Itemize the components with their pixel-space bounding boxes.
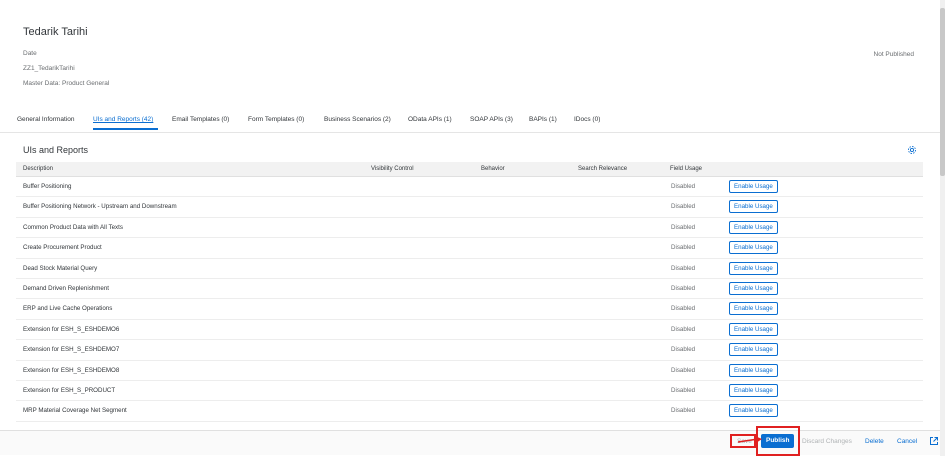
section-title: UIs and Reports <box>23 145 89 155</box>
object-header: Tedarik Tarihi Date ZZ1_TedarikTarihi Ma… <box>0 0 940 140</box>
row-field-usage: Disabled <box>671 264 696 272</box>
tab-idocs[interactable]: IDocs (0) <box>574 116 600 123</box>
tab-bar: General Information UIs and Reports (42)… <box>0 112 940 133</box>
field-type: Date <box>23 50 37 57</box>
row-field-usage: Disabled <box>671 183 696 190</box>
enable-usage-button[interactable]: Enable Usage <box>729 322 778 336</box>
status-badge: Not Published <box>873 51 914 58</box>
row-description: Dead Stock Material Query <box>23 264 98 272</box>
table-row[interactable]: Extension for ESH_S_ESHDEMO8 Disabled Enab… <box>16 361 923 381</box>
column-header-visibility-control[interactable]: Visibility Control <box>371 166 414 172</box>
highlight-box-publish <box>756 426 800 456</box>
row-field-usage: Disabled <box>671 386 696 394</box>
enable-usage-button[interactable]: Enable Usage <box>729 302 778 316</box>
enable-usage-button[interactable]: Enable Usage <box>729 241 778 255</box>
row-description: Extension for ESH_S_ESHDEMO8 <box>23 366 120 374</box>
table-row[interactable]: Extension for ESH_S_ESHDEMO7 Disabled Enab… <box>16 340 923 361</box>
row-field-usage: Disabled <box>671 325 696 333</box>
page-title: Tedarik Tarihi <box>23 26 88 38</box>
table-row[interactable]: MRP Material Coverage Net Segment Disable… <box>16 401 923 422</box>
enable-usage-button[interactable]: Enable Usage <box>729 404 778 418</box>
row-description: Extension for ESH_S_ESHDEMO7 <box>23 346 120 354</box>
table-row[interactable]: Buffer Positioning Disabled Enable Usage <box>16 177 923 198</box>
page: Tedarik Tarihi Date ZZ1_TedarikTarihi Ma… <box>0 0 940 456</box>
row-field-usage: Disabled <box>671 366 696 374</box>
row-description: Demand Driven Replenishment <box>23 284 109 292</box>
table-row[interactable]: Extension for ESH_S_ESHDEMO6 Disabled Enab… <box>16 320 923 341</box>
tab-bapis[interactable]: BAPIs (1) <box>529 116 557 123</box>
vertical-scrollbar[interactable] <box>940 0 945 456</box>
row-description: Extension for ESH_S_ESHDEMO6 <box>23 325 120 333</box>
uis-and-reports-section: UIs and Reports Description Visibility C… <box>16 138 923 438</box>
table-row[interactable]: Extension for ESH_S_PRODUCT Disabled Enabl… <box>16 381 923 402</box>
tab-soap-apis[interactable]: SOAP APIs (3) <box>470 116 513 123</box>
row-description: ERP and Live Cache Operations <box>23 305 113 313</box>
table-row[interactable]: ERP and Live Cache Operations Disabled Ena… <box>16 299 923 320</box>
active-tab-indicator <box>93 128 158 130</box>
enable-usage-button[interactable]: Enable Usage <box>729 200 778 214</box>
row-field-usage: Disabled <box>671 346 696 354</box>
tab-uis-and-reports[interactable]: UIs and Reports (42) <box>93 116 153 123</box>
row-description: Create Procurement Product <box>23 244 102 252</box>
field-technical-name: ZZ1_TedarikTarihi <box>23 65 75 72</box>
external-link-icon[interactable] <box>929 436 939 446</box>
row-description: Extension for ESH_S_PRODUCT <box>23 386 116 394</box>
tab-business-scenarios[interactable]: Business Scenarios (2) <box>324 116 391 123</box>
row-description: Common Product Data with All Texts <box>23 223 123 231</box>
column-header-field-usage[interactable]: Field Usage <box>670 166 702 172</box>
column-header-description[interactable]: Description <box>23 166 53 172</box>
uis-reports-table: Description Visibility Control Behavior … <box>16 162 923 422</box>
row-description: Buffer Positioning Network - Upstream an… <box>23 203 177 211</box>
arrow-annotation-icon <box>738 436 762 443</box>
table-row[interactable]: Dead Stock Material Query Disabled Enable … <box>16 259 923 279</box>
discard-changes-button[interactable]: Discard Changes <box>802 438 852 445</box>
field-business-context: Master Data: Product General <box>23 80 110 87</box>
row-description: MRP Material Coverage Net Segment <box>23 407 127 415</box>
enable-usage-button[interactable]: Enable Usage <box>729 383 778 397</box>
row-field-usage: Disabled <box>671 407 696 415</box>
tab-odata-apis[interactable]: OData APIs (1) <box>408 116 452 123</box>
table-row[interactable]: Demand Driven Replenishment Disabled Enabl… <box>16 279 923 300</box>
column-header-search-relevance[interactable]: Search Relevance <box>578 166 627 172</box>
tab-form-templates[interactable]: Form Templates (0) <box>248 116 304 123</box>
enable-usage-button[interactable]: Enable Usage <box>729 343 778 357</box>
enable-usage-button[interactable]: Enable Usage <box>729 220 778 234</box>
row-field-usage: Disabled <box>671 223 696 231</box>
table-header: Description Visibility Control Behavior … <box>16 162 923 177</box>
row-field-usage: Disabled <box>671 284 696 292</box>
table-row[interactable]: Create Procurement Product Disabled Enable… <box>16 238 923 259</box>
row-description: Buffer Positioning <box>23 183 72 190</box>
gear-icon[interactable] <box>907 145 917 155</box>
scrollbar-thumb[interactable] <box>940 8 945 176</box>
enable-usage-button[interactable]: Enable Usage <box>729 180 778 193</box>
delete-button[interactable]: Delete <box>865 438 884 445</box>
row-field-usage: Disabled <box>671 203 696 211</box>
row-field-usage: Disabled <box>671 305 696 313</box>
enable-usage-button[interactable]: Enable Usage <box>729 363 778 377</box>
cancel-button[interactable]: Cancel <box>897 438 917 445</box>
tab-general-information[interactable]: General Information <box>17 116 74 123</box>
table-row[interactable]: Common Product Data with All Texts Disabl… <box>16 218 923 239</box>
table-row[interactable]: Buffer Positioning Network - Upstream an… <box>16 197 923 218</box>
enable-usage-button[interactable]: Enable Usage <box>729 261 778 275</box>
column-header-behavior[interactable]: Behavior <box>481 166 505 172</box>
enable-usage-button[interactable]: Enable Usage <box>729 281 778 295</box>
tab-email-templates[interactable]: Email Templates (0) <box>172 116 229 123</box>
row-field-usage: Disabled <box>671 244 696 252</box>
table-body: Buffer Positioning Disabled Enable Usage Bu… <box>16 177 923 422</box>
